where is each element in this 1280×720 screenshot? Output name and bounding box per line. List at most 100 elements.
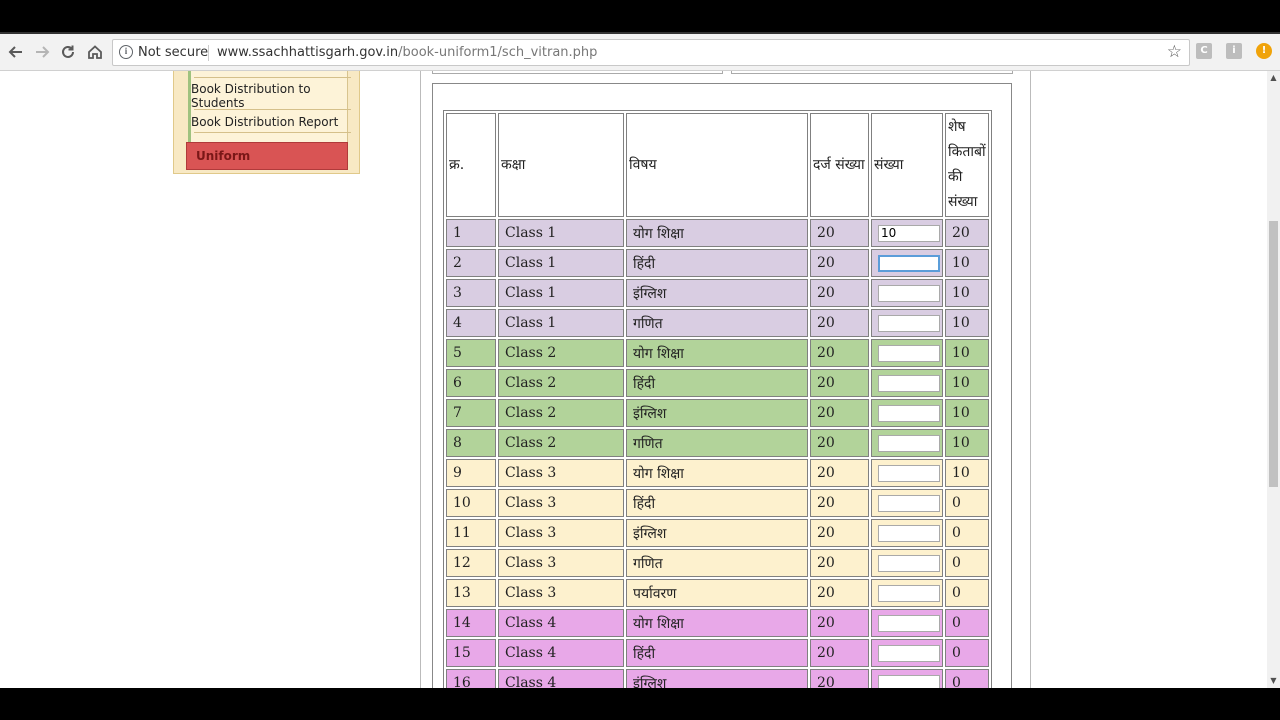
table-row: 9 Class 3 योग शिक्षा 20 10 <box>446 459 989 487</box>
alert-icon[interactable]: ! <box>1256 43 1272 59</box>
cell-subject: इंग्लिश <box>626 399 808 427</box>
distribution-table: क्र. कक्षा विषय दर्ज संख्या संख्या शेष क… <box>443 110 992 688</box>
uniform-label: Uniform <box>196 149 251 163</box>
cell-serial: 8 <box>446 429 496 457</box>
cell-entered-count: 20 <box>810 279 869 307</box>
cell-subject: हिंदी <box>626 369 808 397</box>
sidebar-item-distribution-report[interactable]: Book Distribution Report <box>191 115 341 129</box>
count-input[interactable] <box>878 254 940 272</box>
cell-subject: हिंदी <box>626 489 808 517</box>
cell-remaining: 10 <box>945 459 989 487</box>
menu-divider <box>194 77 351 78</box>
menu-divider <box>194 132 351 133</box>
form-field-box <box>731 71 1013 74</box>
cell-entered-count: 20 <box>810 609 869 637</box>
cell-remaining: 0 <box>945 519 989 547</box>
forward-arrow-icon[interactable] <box>31 41 53 63</box>
count-input[interactable] <box>878 614 940 632</box>
star-icon[interactable]: ☆ <box>1167 42 1182 62</box>
count-input[interactable] <box>878 404 940 422</box>
cell-serial: 15 <box>446 639 496 667</box>
reload-icon[interactable] <box>57 41 79 63</box>
count-input[interactable] <box>878 494 940 512</box>
header-remaining: शेष किताबों की संख्या <box>945 113 989 217</box>
cell-subject: योग शिक्षा <box>626 609 808 637</box>
cell-entered-count: 20 <box>810 639 869 667</box>
cell-count <box>871 609 943 637</box>
vertical-scrollbar[interactable]: ▲ ▼ <box>1267 71 1280 688</box>
count-input[interactable] <box>878 314 940 332</box>
cell-subject: पर्यावरण <box>626 579 808 607</box>
sidebar-item-book-distribution[interactable]: Book Distribution to Students <box>191 82 341 110</box>
url-text[interactable]: www.ssachhattisgarh.gov.in/book-uniform1… <box>217 45 597 60</box>
info-icon[interactable]: i <box>119 45 133 59</box>
count-input[interactable] <box>878 464 940 482</box>
table-row: 10 Class 3 हिंदी 20 0 <box>446 489 989 517</box>
cell-class: Class 2 <box>498 429 624 457</box>
count-input[interactable] <box>878 224 940 242</box>
address-bar[interactable]: i Not secure www.ssachhattisgarh.gov.in/… <box>112 39 1190 66</box>
count-input[interactable] <box>878 584 940 602</box>
table-row: 3 Class 1 इंग्लिश 20 10 <box>446 279 989 307</box>
scroll-up-icon[interactable]: ▲ <box>1267 71 1280 85</box>
cell-remaining: 10 <box>945 279 989 307</box>
cell-count <box>871 489 943 517</box>
cell-entered-count: 20 <box>810 429 869 457</box>
cell-count <box>871 579 943 607</box>
cell-count <box>871 279 943 307</box>
cell-serial: 6 <box>446 369 496 397</box>
cell-count <box>871 339 943 367</box>
cell-subject: हिंदी <box>626 249 808 277</box>
cell-serial: 11 <box>446 519 496 547</box>
cell-subject: योग शिक्षा <box>626 339 808 367</box>
count-input[interactable] <box>878 554 940 572</box>
cell-count <box>871 369 943 397</box>
count-input[interactable] <box>878 644 940 662</box>
cell-entered-count: 20 <box>810 519 869 547</box>
count-input[interactable] <box>878 344 940 362</box>
address-divider <box>208 45 209 61</box>
cell-count <box>871 249 943 277</box>
cell-serial: 14 <box>446 609 496 637</box>
count-input[interactable] <box>878 674 940 688</box>
cell-remaining: 0 <box>945 489 989 517</box>
cell-remaining: 10 <box>945 429 989 457</box>
cell-class: Class 1 <box>498 249 624 277</box>
extension-c-icon[interactable]: C <box>1196 43 1212 59</box>
cell-entered-count: 20 <box>810 669 869 688</box>
home-icon[interactable] <box>84 41 106 63</box>
cell-serial: 9 <box>446 459 496 487</box>
sidebar-section-uniform[interactable]: Uniform <box>186 142 348 170</box>
content-border <box>1030 71 1031 688</box>
count-input[interactable] <box>878 434 940 452</box>
count-input[interactable] <box>878 374 940 392</box>
form-field-box <box>432 71 723 74</box>
scroll-down-icon[interactable]: ▼ <box>1267 674 1280 688</box>
table-row: 16 Class 4 इंग्लिश 20 0 <box>446 669 989 688</box>
cell-remaining: 0 <box>945 579 989 607</box>
header-count: संख्या <box>871 113 943 217</box>
extension-i-icon[interactable]: i <box>1226 43 1242 59</box>
sidebar-menu: Book Distribution to Students Book Distr… <box>173 71 360 174</box>
cell-serial: 4 <box>446 309 496 337</box>
cell-subject: योग शिक्षा <box>626 459 808 487</box>
cell-serial: 5 <box>446 339 496 367</box>
content-border <box>420 71 421 688</box>
header-subject: विषय <box>626 113 808 217</box>
table-row: 13 Class 3 पर्यावरण 20 0 <box>446 579 989 607</box>
cell-serial: 10 <box>446 489 496 517</box>
scrollbar-thumb[interactable] <box>1269 221 1278 487</box>
cell-remaining: 10 <box>945 309 989 337</box>
count-input[interactable] <box>878 524 940 542</box>
cell-subject: गणित <box>626 309 808 337</box>
cell-remaining: 10 <box>945 369 989 397</box>
table-row: 8 Class 2 गणित 20 10 <box>446 429 989 457</box>
cell-subject: हिंदी <box>626 639 808 667</box>
back-arrow-icon[interactable] <box>5 41 27 63</box>
cell-remaining: 0 <box>945 669 989 688</box>
cell-class: Class 1 <box>498 309 624 337</box>
cell-class: Class 1 <box>498 279 624 307</box>
count-input[interactable] <box>878 284 940 302</box>
security-label[interactable]: Not secure <box>138 45 208 60</box>
cell-serial: 3 <box>446 279 496 307</box>
